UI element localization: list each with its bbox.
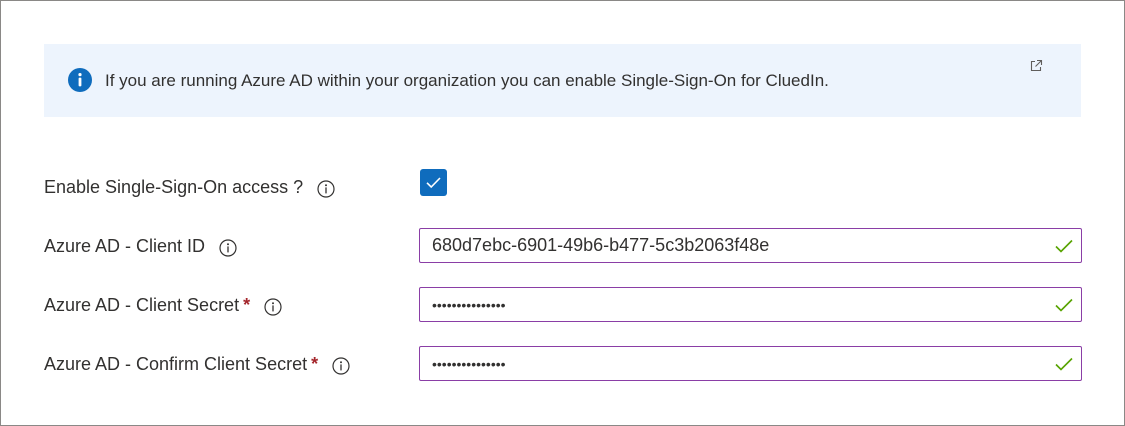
info-message-text: If you are running Azure AD within your …: [105, 71, 829, 90]
client-secret-input[interactable]: [420, 288, 1052, 321]
client-id-field: [419, 228, 1082, 263]
client-secret-field: [419, 287, 1082, 322]
sso-label: Enable Single-Sign-On access ?: [44, 177, 304, 197]
valid-check-icon: [1054, 354, 1074, 374]
client-secret-label: Azure AD - Client Secret: [44, 295, 240, 315]
external-link-icon[interactable]: [1029, 59, 1043, 73]
valid-check-icon: [1054, 236, 1074, 256]
info-message-bar: If you are running Azure AD within your …: [44, 44, 1081, 117]
checkmark-icon: [420, 177, 447, 200]
sso-settings-panel: If you are running Azure AD within your …: [0, 0, 1125, 426]
sso-checkbox[interactable]: [420, 169, 447, 196]
client-id-input[interactable]: [420, 229, 1052, 262]
confirm-secret-input[interactable]: [420, 347, 1052, 380]
client-id-label: Azure AD - Client ID: [44, 236, 206, 256]
valid-check-icon: [1054, 295, 1074, 315]
help-icon[interactable]: [317, 179, 335, 198]
required-marker: *: [311, 354, 319, 374]
confirm-secret-label: Azure AD - Confirm Client Secret: [44, 354, 308, 374]
confirm-secret-field: [419, 346, 1082, 381]
required-marker: *: [243, 295, 251, 315]
help-icon[interactable]: [219, 238, 237, 257]
info-icon: [68, 68, 92, 92]
help-icon[interactable]: [264, 297, 282, 316]
help-icon[interactable]: [332, 356, 350, 375]
